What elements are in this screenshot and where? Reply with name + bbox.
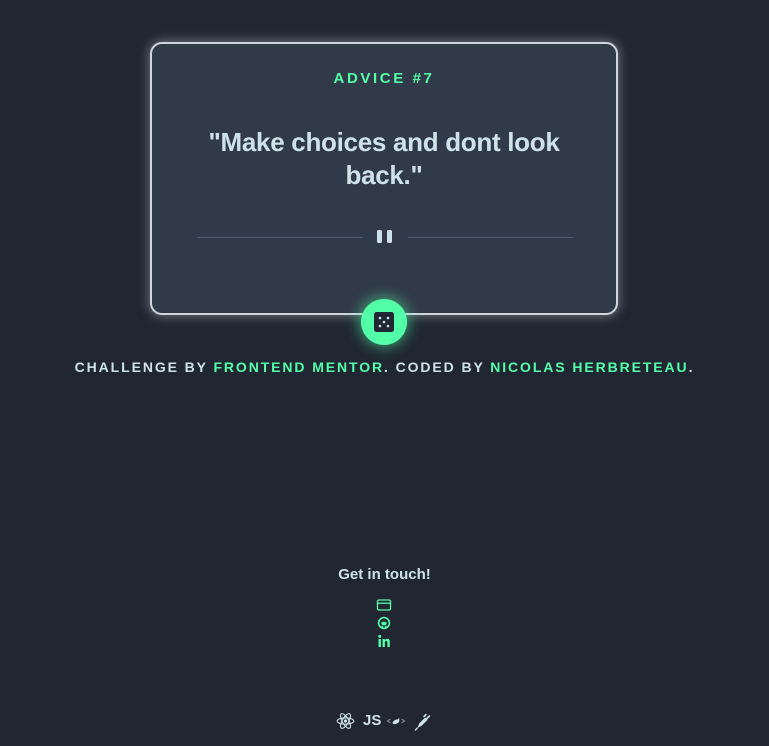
divider-line-right (408, 237, 573, 238)
attribution-suffix: . (688, 359, 695, 375)
react-icon (336, 713, 355, 729)
contact-title: Get in touch! (338, 566, 431, 583)
advice-id: ADVICE #7 (333, 70, 435, 87)
styled-components-tech (386, 711, 406, 731)
styled-components-icon (386, 718, 406, 725)
divider (197, 229, 573, 245)
vite-icon (414, 713, 431, 731)
vite-tech (413, 711, 431, 731)
attribution-middle: . CODED BY (384, 359, 491, 375)
linkedin-link[interactable] (376, 634, 392, 648)
github-link[interactable] (376, 616, 392, 630)
attribution: CHALLENGE BY FRONTEND MENTOR. CODED BY N… (0, 359, 769, 375)
github-icon (377, 616, 391, 630)
divider-line-left (197, 237, 363, 238)
pause-icon (377, 230, 393, 244)
react-tech (336, 711, 355, 731)
javascript-icon: JS (363, 712, 382, 729)
new-advice-button[interactable] (361, 299, 407, 345)
advice-quote: "Make choices and dont look back." (208, 127, 560, 190)
attribution-prefix: CHALLENGE BY (74, 359, 214, 375)
author-link[interactable]: NICOLAS HERBRETEAU (490, 359, 688, 375)
portfolio-link[interactable] (376, 598, 392, 612)
dice-icon (374, 312, 394, 332)
portfolio-card-icon (376, 599, 392, 611)
linkedin-icon (378, 634, 390, 647)
advice-card: ADVICE #7 "Make choices and dont look ba… (150, 42, 618, 315)
frontend-mentor-link[interactable]: FRONTEND MENTOR (213, 359, 384, 375)
